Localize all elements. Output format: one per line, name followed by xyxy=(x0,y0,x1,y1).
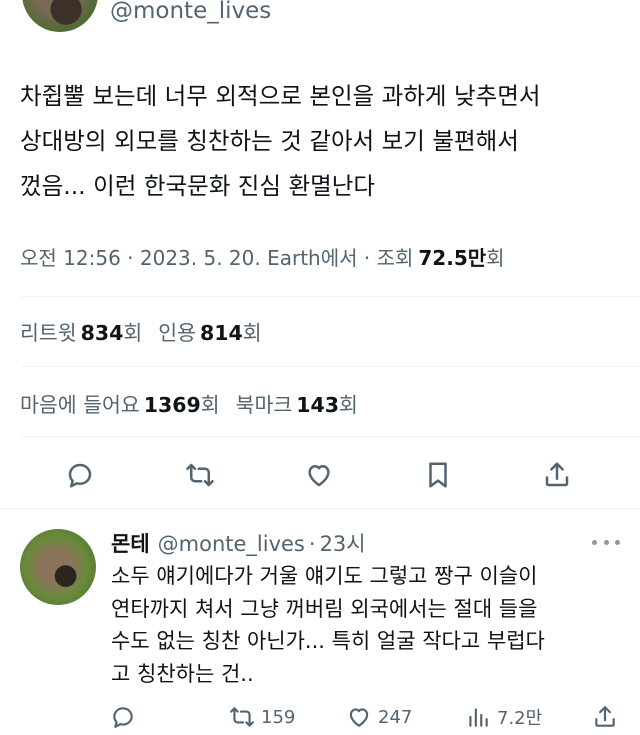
views-count: 72.5만 xyxy=(418,246,487,270)
reply-header: 몬테 @monte_lives · 23시 xyxy=(111,528,366,558)
reply-reply-button[interactable] xyxy=(110,704,136,730)
likes-label: 마음에 들어요 xyxy=(20,393,140,417)
retweet-icon[interactable] xyxy=(183,458,217,492)
reply-author-handle[interactable]: @monte_lives xyxy=(158,532,305,556)
likes-stat[interactable]: 마음에 들어요 1369 회 xyxy=(20,388,220,418)
reply-separator: · xyxy=(308,532,316,556)
bookmarks-stat[interactable]: 북마크 143 회 xyxy=(236,388,358,418)
divider xyxy=(20,296,640,297)
reply-retweet-count: 159 xyxy=(261,706,296,728)
reply-share-button[interactable] xyxy=(592,704,618,730)
reply-timestamp[interactable]: 23시 xyxy=(320,528,366,558)
more-options-icon[interactable] xyxy=(592,532,620,552)
tweet-text: 차쥡뿔 보는데 너무 외적으로 본인을 과하게 낮추면서 상대방의 외모를 칭찬… xyxy=(20,82,541,200)
reply-icon[interactable] xyxy=(63,458,97,492)
like-bookmark-stats: 마음에 들어요 1369 회 북마크 143 회 xyxy=(20,388,374,418)
reply-views-count: 7.2만 xyxy=(497,708,543,729)
likes-unit: 회 xyxy=(200,393,220,417)
like-icon[interactable] xyxy=(302,458,336,492)
tweet-meta: 오전 12:56 · 2023. 5. 20. Earth에서 · 조회 72.… xyxy=(20,242,505,271)
reply-author-name[interactable]: 몬테 xyxy=(111,528,150,558)
reply-author-avatar[interactable] xyxy=(20,529,96,605)
section-separator xyxy=(0,508,640,509)
retweets-stat[interactable]: 리트윗 834 회 xyxy=(20,316,142,346)
like-icon xyxy=(349,708,369,727)
views-unit: 회 xyxy=(486,246,505,270)
bookmarks-count: 143 xyxy=(296,393,340,417)
retweet-quote-stats: 리트윗 834 회 인용 814 회 xyxy=(20,316,278,346)
reply-text: 소두 얘기에다가 거울 얘기도 그렇고 짱구 이슬이 연타까지 쳐서 그냥 꺼버… xyxy=(111,564,545,686)
bookmarks-unit: 회 xyxy=(339,393,358,417)
quotes-stat[interactable]: 인용 814 회 xyxy=(158,316,261,346)
tweet-author-row: @monte_lives xyxy=(0,0,640,40)
author-handle[interactable]: @monte_lives xyxy=(110,0,271,24)
reply-icon xyxy=(113,707,133,728)
reply-like-count: 247 xyxy=(378,706,413,728)
retweets-label: 리트윗 xyxy=(20,321,77,345)
reply-like-button[interactable]: 247 xyxy=(346,704,412,730)
views-icon xyxy=(469,708,488,727)
reply-views-button[interactable]: 7.2만 xyxy=(465,704,542,730)
bookmarks-label: 북마크 xyxy=(235,393,293,417)
reply-retweet-button[interactable]: 159 xyxy=(229,704,295,730)
author-avatar[interactable] xyxy=(22,0,98,32)
share-icon xyxy=(595,706,615,727)
quotes-unit: 회 xyxy=(242,321,262,345)
tweet-action-bar xyxy=(0,450,640,498)
divider xyxy=(20,436,640,437)
retweets-count: 834 xyxy=(80,321,124,345)
bookmark-icon[interactable] xyxy=(421,458,455,492)
retweet-icon xyxy=(230,707,254,727)
likes-count: 1369 xyxy=(143,393,201,417)
divider xyxy=(20,366,640,367)
retweets-unit: 회 xyxy=(123,321,143,345)
share-icon[interactable] xyxy=(540,458,574,492)
reply-action-bar: 159 247 7.2만 xyxy=(0,700,640,735)
quotes-label: 인용 xyxy=(158,321,196,345)
tweet-timestamp[interactable]: 오전 12:56 · 2023. 5. 20. Earth에서 · 조회 xyxy=(20,242,413,271)
quotes-count: 814 xyxy=(200,321,243,345)
